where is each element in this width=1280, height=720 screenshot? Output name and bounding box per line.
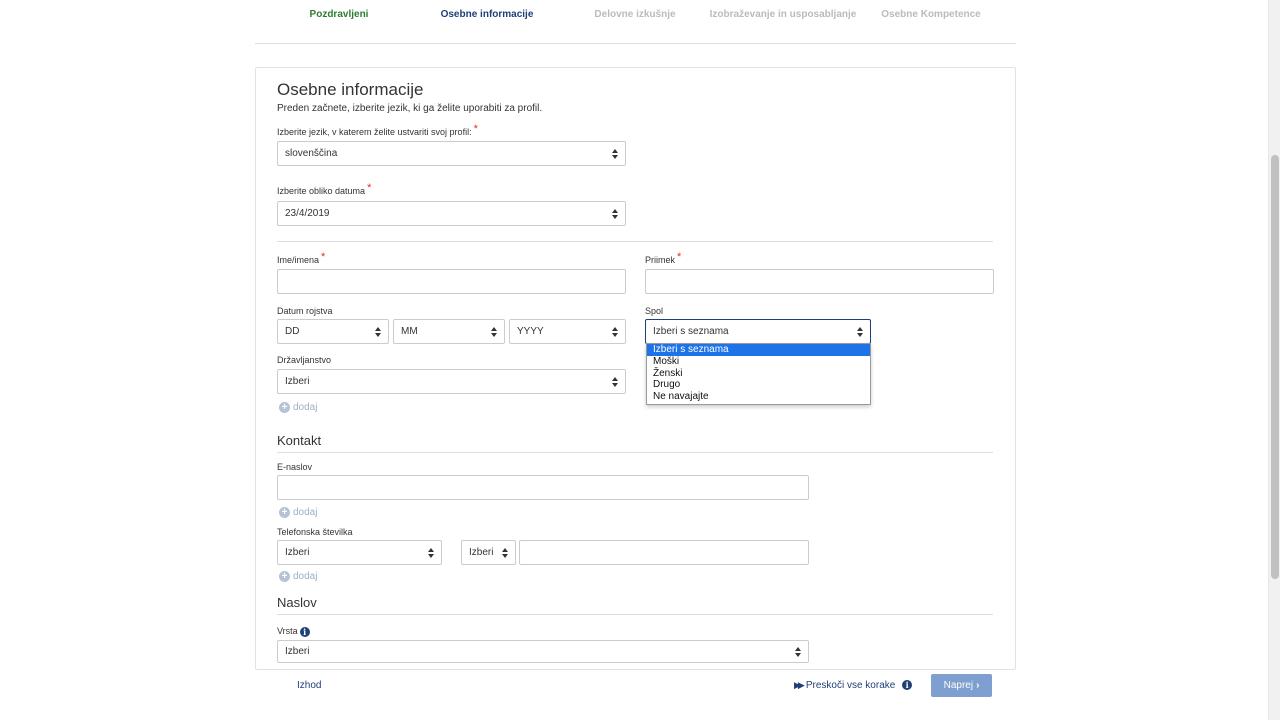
add-phone-button[interactable]: + dodaj xyxy=(279,571,317,582)
language-label: Izberite jezik, v katerem želite ustvari… xyxy=(277,123,478,137)
select-caret-icon xyxy=(502,547,508,558)
birth-month-select[interactable]: MM xyxy=(393,319,505,344)
gender-dropdown-list: Izberi s seznama Moški Ženski Drugo Ne n… xyxy=(646,343,871,405)
select-caret-icon xyxy=(428,547,434,558)
birth-day-select[interactable]: DD xyxy=(277,319,389,344)
select-caret-icon xyxy=(612,326,618,337)
last-name-input[interactable] xyxy=(645,269,994,294)
date-format-select[interactable]: 23/4/2019 xyxy=(277,201,626,226)
gender-option[interactable]: Izberi s seznama xyxy=(647,344,870,356)
step-welcome[interactable]: Pozdravljeni xyxy=(310,9,369,20)
next-button[interactable]: Naprej › xyxy=(931,674,992,697)
contact-section-title: Kontakt xyxy=(277,433,322,448)
step-personal-info[interactable]: Osebne informacije xyxy=(441,9,534,20)
first-name-input[interactable] xyxy=(277,269,626,294)
skip-forward-icon: ▶▶ xyxy=(794,680,805,690)
phone-number-input[interactable] xyxy=(519,540,809,565)
select-caret-icon xyxy=(612,376,618,387)
gender-option[interactable]: Ženski xyxy=(647,368,870,380)
chevron-right-icon: › xyxy=(976,680,980,691)
page-subtitle: Preden začnete, izberite jezik, ki ga že… xyxy=(277,103,543,114)
last-name-label: Priimek * xyxy=(645,251,682,265)
gender-option[interactable]: Ne navajajte xyxy=(647,391,870,403)
birth-year-select[interactable]: YYYY xyxy=(509,319,626,344)
email-label: E-naslov xyxy=(277,462,313,472)
citizenship-label: Državljanstvo xyxy=(277,355,332,365)
select-caret-icon xyxy=(795,646,801,657)
skip-all-steps-link[interactable]: ▶▶ Preskoči vse korake i xyxy=(794,680,913,691)
plus-circle-icon: + xyxy=(279,402,290,413)
step-education[interactable]: Izobraževanje in usposabljanje xyxy=(710,9,857,20)
info-icon[interactable]: i xyxy=(902,680,913,691)
divider xyxy=(277,614,993,615)
select-caret-icon xyxy=(857,326,863,337)
step-work-experience[interactable]: Delovne izkušnje xyxy=(594,9,675,20)
gender-select[interactable]: Izberi s seznama xyxy=(645,319,871,344)
scrollbar-thumb[interactable] xyxy=(1271,155,1279,579)
address-type-label: Vrsta i xyxy=(277,626,310,637)
plus-circle-icon: + xyxy=(279,507,290,518)
personal-info-card: Osebne informacije Preden začnete, izber… xyxy=(255,67,1016,670)
select-caret-icon xyxy=(491,326,497,337)
divider xyxy=(277,241,993,242)
page-scrollbar[interactable] xyxy=(1268,0,1280,720)
language-select[interactable]: slovenščina xyxy=(277,141,626,166)
address-type-select[interactable]: Izberi xyxy=(277,640,809,663)
required-mark: * xyxy=(473,123,478,135)
gender-option[interactable]: Drugo xyxy=(647,379,870,391)
info-icon[interactable]: i xyxy=(299,626,310,637)
progress-steps: Pozdravljeni Osebne informacije Delovne … xyxy=(255,0,1016,44)
phone-label: Telefonska številka xyxy=(277,527,353,537)
divider xyxy=(277,452,993,453)
gender-option[interactable]: Moški xyxy=(647,356,870,368)
exit-link[interactable]: Izhod xyxy=(297,680,321,691)
gender-label: Spol xyxy=(645,306,664,316)
first-name-label: Ime/imena * xyxy=(277,251,326,265)
add-email-button[interactable]: + dodaj xyxy=(279,507,317,518)
plus-circle-icon: + xyxy=(279,571,290,582)
select-caret-icon xyxy=(375,326,381,337)
email-input[interactable] xyxy=(277,475,809,500)
select-caret-icon xyxy=(612,148,618,159)
citizenship-select[interactable]: Izberi xyxy=(277,369,626,394)
page-title: Osebne informacije xyxy=(277,80,424,99)
step-competences[interactable]: Osebne Kompetence xyxy=(881,9,980,20)
select-caret-icon xyxy=(612,208,618,219)
address-section-title: Naslov xyxy=(277,595,317,610)
birth-date-label: Datum rojstva xyxy=(277,306,333,316)
date-format-label: Izberite obliko datuma * xyxy=(277,182,372,196)
phone-code-select[interactable]: Izberi xyxy=(461,540,516,565)
phone-type-select[interactable]: Izberi xyxy=(277,540,442,565)
add-citizenship-button[interactable]: + dodaj xyxy=(279,402,317,413)
